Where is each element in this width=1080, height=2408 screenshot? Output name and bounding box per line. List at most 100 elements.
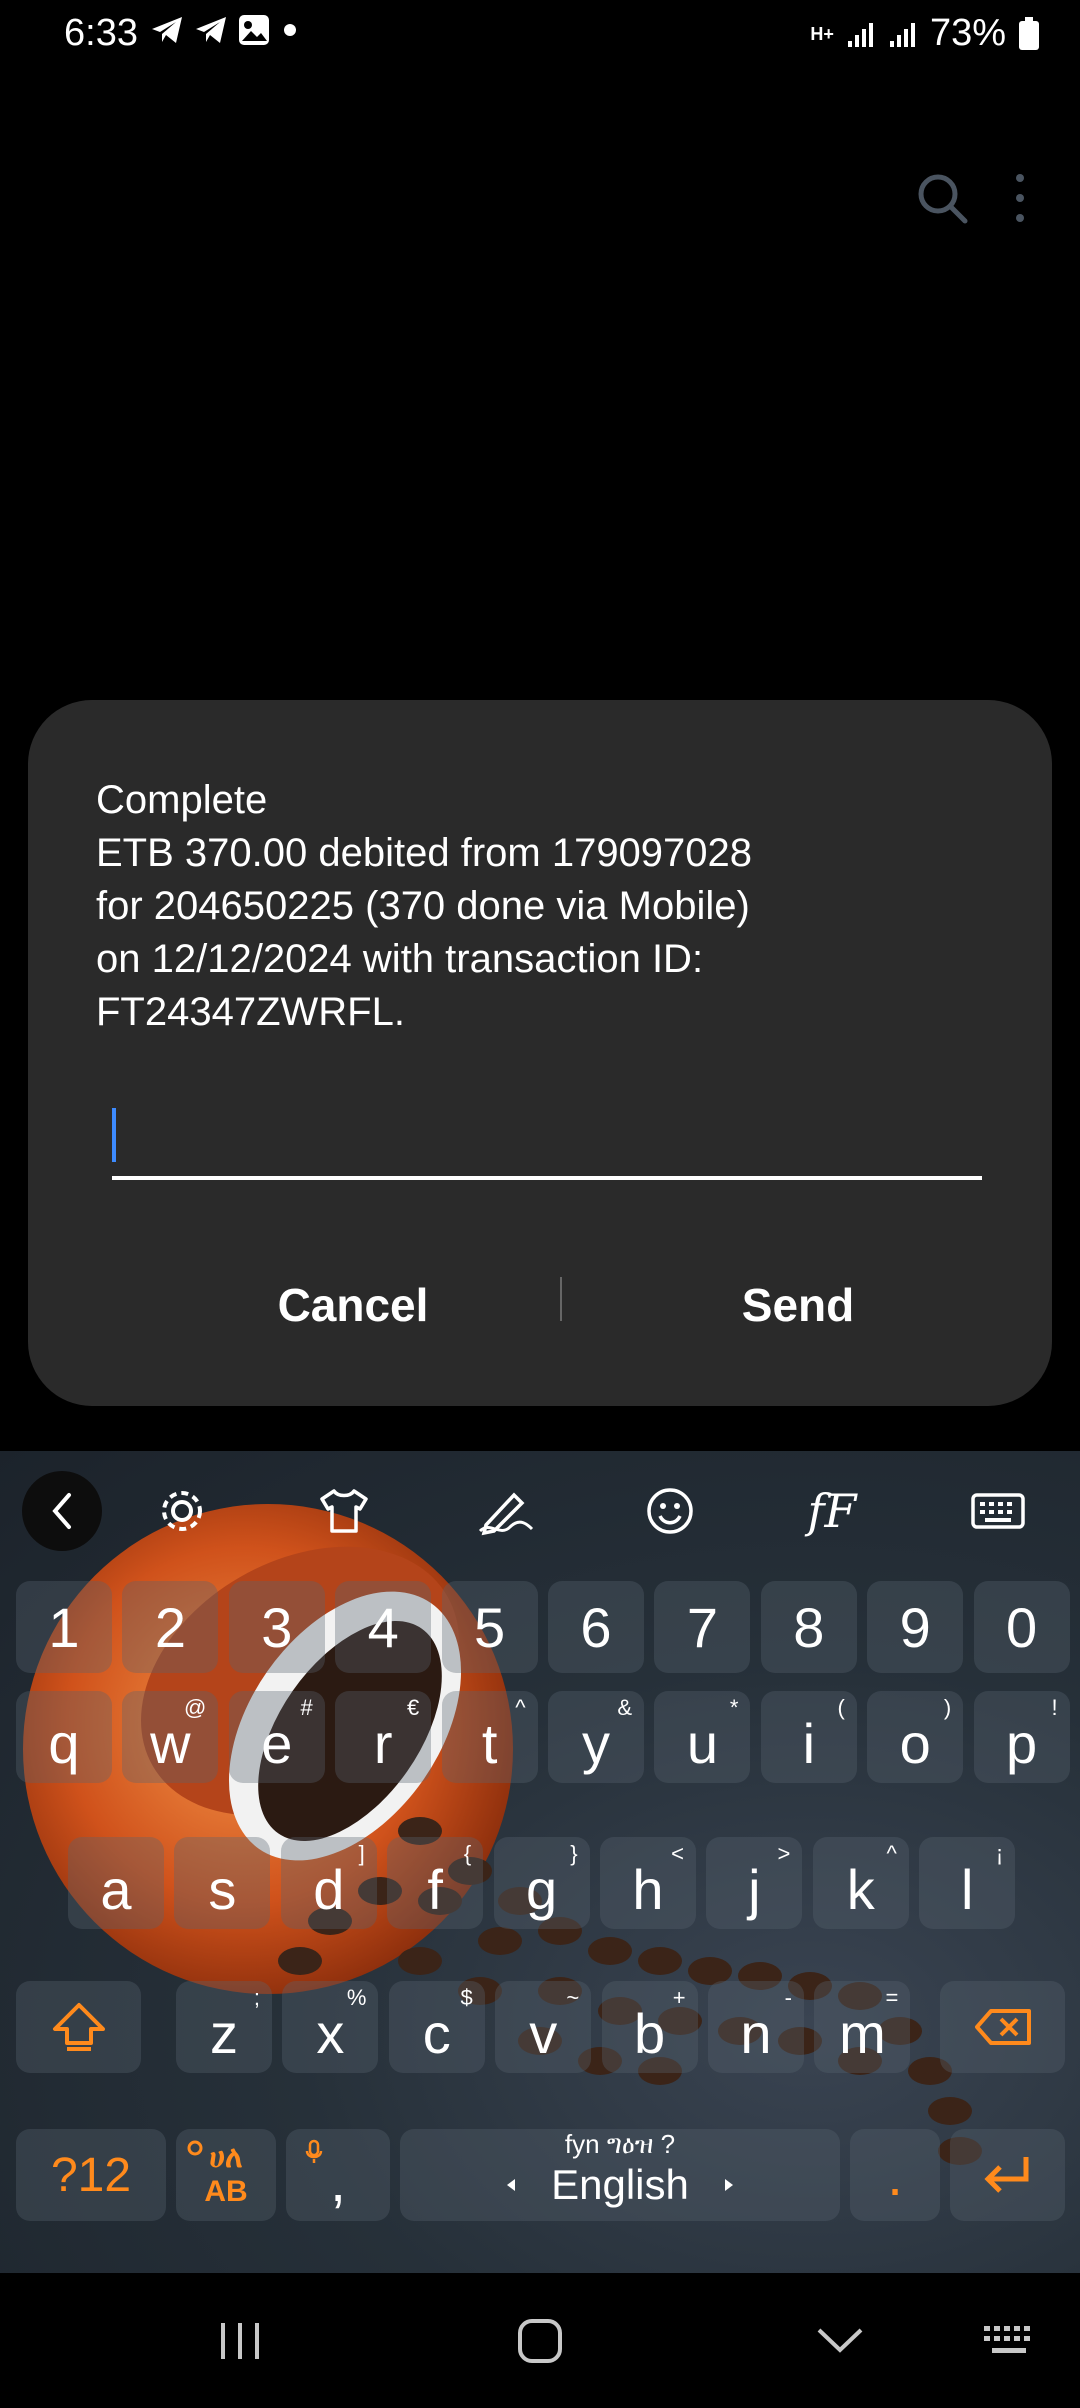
notification-icons (150, 14, 300, 46)
key-label: m (839, 2001, 886, 2065)
key-m[interactable]: = m (814, 1981, 911, 2073)
shift-key[interactable] (16, 1981, 141, 2073)
reply-dialog: Complete ETB 370.00 debited from 1790970… (28, 700, 1052, 1406)
emoji-button[interactable] (630, 1471, 710, 1551)
key-7[interactable]: 7 (654, 1581, 751, 1673)
key-4[interactable]: 4 (335, 1581, 432, 1673)
key-k[interactable]: ^ k (812, 1837, 909, 1929)
comma-key[interactable]: , (286, 2129, 390, 2221)
key-w[interactable]: @ w (122, 1691, 219, 1783)
key-label: l (960, 1857, 974, 1921)
key-f[interactable]: {f (387, 1837, 484, 1929)
hide-keyboard-button[interactable] (800, 2309, 880, 2373)
handwriting-icon (478, 1492, 534, 1536)
key-e[interactable]: # e (228, 1691, 325, 1783)
key-6[interactable]: 6 (548, 1581, 644, 1673)
key-label: d (313, 1857, 345, 1921)
key-hint: { (463, 1841, 472, 1866)
more-options-icon[interactable] (1010, 170, 1030, 226)
language-switch-key[interactable]: ሀለ AB (176, 2129, 276, 2221)
key-label: 8 (793, 1595, 825, 1659)
period-key[interactable]: . (850, 2129, 940, 2221)
arrow-left-icon (507, 2179, 516, 2191)
key-z[interactable]: ; z (176, 1981, 272, 2073)
backspace-key[interactable] (940, 1981, 1065, 2073)
key-g[interactable]: } g (493, 1837, 590, 1929)
key-label: f (427, 1857, 443, 1921)
key-c[interactable]: $ c (388, 1981, 485, 2073)
key-2[interactable]: 2 (122, 1581, 219, 1673)
key-5[interactable]: 5 (441, 1581, 538, 1673)
key-hint: ¡ (995, 1841, 1004, 1866)
key-j[interactable]: > j (706, 1837, 803, 1929)
key-n[interactable]: -n (708, 1981, 804, 2073)
recent-apps-button[interactable] (200, 2309, 280, 2373)
arrow-right-icon (724, 2179, 733, 2191)
telegram-icon (196, 17, 226, 43)
status-right: H+ 73% (810, 12, 1040, 55)
keyboard-switch-button[interactable] (958, 1471, 1038, 1551)
key-b[interactable]: + b (601, 1981, 698, 2073)
key-hint: > (777, 1841, 791, 1866)
space-language-label: English (551, 2161, 689, 2208)
keyboard-toolbar: fF (0, 1451, 1080, 1571)
key-v[interactable]: ~ v (495, 1981, 592, 2073)
enter-key[interactable] (950, 2129, 1065, 2221)
key-l[interactable]: ¡ l (919, 1837, 1016, 1929)
status-bar: 6:33 H+ 73% (0, 0, 1080, 72)
key-label: w (150, 1711, 191, 1775)
key-hint: = (885, 1985, 899, 2010)
key-label: s (208, 1857, 237, 1921)
microphone-icon (305, 2139, 323, 2163)
network-type: H+ (810, 23, 834, 44)
cancel-button[interactable]: Cancel (198, 1260, 508, 1350)
space-key[interactable]: fyn ግዕዝ ? English (400, 2129, 840, 2221)
key-8[interactable]: 8 (760, 1581, 857, 1673)
key-r[interactable]: € r (335, 1691, 432, 1783)
key-d[interactable]: ] d (280, 1837, 377, 1929)
battery-percent: 73% (929, 12, 1006, 54)
key-label: y (582, 1711, 610, 1775)
key-u[interactable]: * u (654, 1691, 751, 1783)
send-button[interactable]: Send (628, 1260, 968, 1350)
key-3[interactable]: 3 (228, 1581, 325, 1673)
key-label: e (261, 1711, 293, 1775)
handwriting-button[interactable] (466, 1471, 546, 1551)
key-label: x (316, 2001, 345, 2065)
symbols-key[interactable]: ?12 (16, 2129, 166, 2221)
key-1[interactable]: 1 (16, 1581, 112, 1673)
key-p[interactable]: ! p (973, 1691, 1070, 1783)
key-0[interactable]: 0 (973, 1581, 1070, 1673)
key-9[interactable]: 9 (867, 1581, 964, 1673)
backspace-icon (974, 2009, 1031, 2045)
home-icon (518, 2319, 562, 2363)
key-a[interactable]: a (68, 1837, 164, 1929)
telegram-icon (152, 17, 182, 43)
key-s[interactable]: s (174, 1837, 271, 1929)
key-hint: * (729, 1695, 739, 1720)
key-q[interactable]: q (16, 1691, 112, 1783)
key-t[interactable]: ^ t (441, 1691, 538, 1783)
font-style-button[interactable]: fF (792, 1471, 872, 1551)
toolbar-back-button[interactable] (22, 1471, 102, 1551)
key-i[interactable]: (i (760, 1691, 857, 1783)
keyboard-selector-button[interactable] (970, 2309, 1050, 2373)
theme-button[interactable] (304, 1471, 384, 1551)
search-icon[interactable] (914, 170, 970, 226)
key-label: v (529, 2001, 558, 2065)
key-h[interactable]: < h (600, 1837, 696, 1929)
key-hint: - (784, 1985, 792, 2010)
key-label: 7 (686, 1595, 718, 1659)
home-button[interactable] (500, 2309, 580, 2373)
keyboard-settings-button[interactable] (142, 1471, 222, 1551)
emoji-icon (647, 1488, 693, 1534)
key-x[interactable]: % x (282, 1981, 379, 2073)
key-y[interactable]: & y (548, 1691, 644, 1783)
space-hint-label: fyn ግዕዝ ? (564, 2129, 676, 2159)
reply-input[interactable] (112, 1100, 982, 1180)
button-divider (560, 1277, 562, 1321)
keyboard-icon (971, 1493, 1025, 1529)
key-label: 6 (580, 1595, 612, 1659)
key-o[interactable]: ) o (867, 1691, 964, 1783)
key-hint: # (300, 1695, 313, 1720)
